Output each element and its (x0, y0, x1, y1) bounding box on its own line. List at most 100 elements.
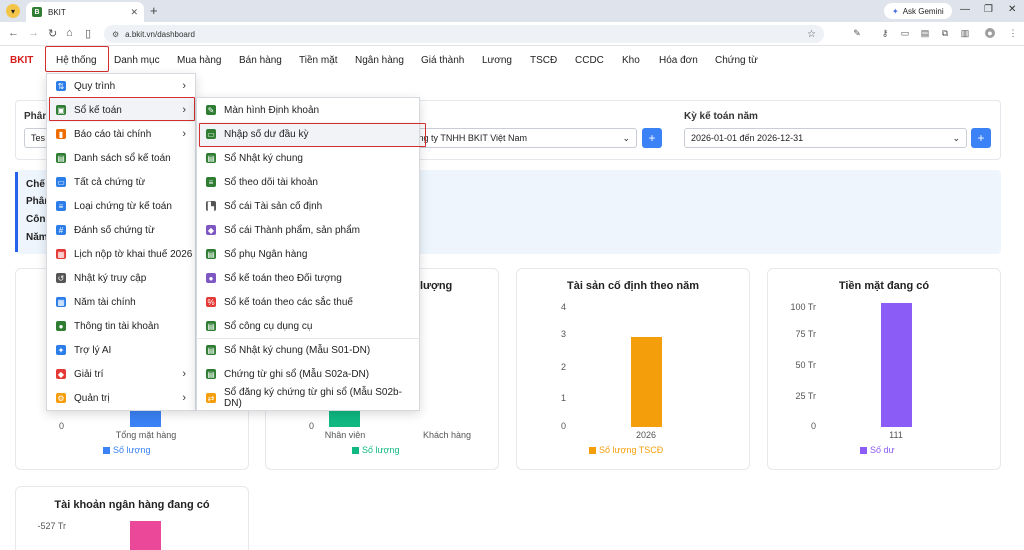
period-label: Kỳ kế toán năm (684, 111, 758, 122)
home-icon[interactable]: ⌂ (66, 27, 73, 39)
split-view-icon[interactable]: ▯ (85, 27, 91, 40)
nav-luong[interactable]: Lương (482, 55, 512, 66)
forward-icon[interactable]: → (28, 27, 39, 39)
company-select[interactable]: Công ty TNHH BKIT Việt Nam ⌄ (400, 128, 637, 148)
nav-hoa-don[interactable]: Hóa đơn (659, 55, 698, 66)
menu1-item-label: Năm tài chính (74, 296, 136, 308)
bookmark-star-icon[interactable]: ☆ (807, 29, 816, 40)
menu1-item-6[interactable]: # Đánh số chứng từ (47, 218, 195, 242)
menu1-item-11[interactable]: ✦ Trợ lý AI (47, 338, 195, 362)
chevron-down-icon: ⌄ (622, 132, 630, 143)
account-icon: ● (56, 321, 66, 331)
menu1-item-0[interactable]: ⇅ Quy trình › (47, 74, 195, 98)
menu1-item-10[interactable]: ● Thông tin tài khoản (47, 314, 195, 338)
card2-title-fragment: lượng (420, 280, 453, 292)
menu2-item-4[interactable]: ▙ Sổ cái Tài sản cố định (197, 194, 419, 218)
nav-kho[interactable]: Kho (622, 55, 640, 66)
menu2-item-8[interactable]: % Sổ kế toán theo các sắc thuế (197, 290, 419, 314)
nav-chung-tu[interactable]: Chứng từ (715, 55, 758, 66)
menu2-item-label: Sổ công cụ dụng cụ (224, 320, 313, 332)
menu1-item-4[interactable]: ▭ Tất cả chứng từ (47, 170, 195, 194)
menu2-item-label: Sổ phụ Ngân hàng (224, 248, 308, 260)
menu2-item-10[interactable]: ▤ Sổ Nhật ký chung (Mẫu S01-DN) (197, 338, 419, 362)
menu2-item-9[interactable]: ▤ Sổ công cụ dụng cụ (197, 314, 419, 338)
workflow-icon: ⇅ (56, 81, 66, 91)
card4-title: Tiền mặt đang có (838, 280, 930, 292)
window-close-icon[interactable]: ✕ (1008, 4, 1016, 15)
side-panel-icon[interactable]: ▥ (960, 28, 970, 38)
ask-gemini-button[interactable]: ✦ Ask Gemini (884, 3, 952, 19)
menu2-item-6[interactable]: ▤ Sổ phụ Ngân hàng (197, 242, 419, 266)
card3-tick-0: 0 (560, 421, 566, 431)
menu1-item-3[interactable]: ▤ Danh sách sổ kế toán (47, 146, 195, 170)
puzzle-icon[interactable]: ⧉ (940, 28, 950, 38)
menu2-item-11[interactable]: ▤ Chứng từ ghi sổ (Mẫu S02a-DN) (197, 362, 419, 386)
card3-legend-label: Số lượng TSCĐ (599, 445, 664, 455)
extension-icon[interactable]: ✎ (852, 28, 862, 38)
gamepad-icon: ◆ (56, 369, 66, 379)
menu1-item-12[interactable]: ◆ Giải trí › (47, 362, 195, 386)
active-item-highlight-box (49, 97, 195, 121)
menu2-item-5[interactable]: ◆ Sổ cái Thành phẩm, sản phẩm (197, 218, 419, 242)
menu2-item-label: Sổ cái Tài sản cố định (224, 200, 323, 212)
menu1-item-label: Tất cả chứng từ (74, 176, 146, 188)
list-icon: ≡ (56, 201, 66, 211)
menu1-item-9[interactable]: ▦ Năm tài chính (47, 290, 195, 314)
book-icon: ▤ (56, 153, 66, 163)
period-select[interactable]: 2026-01-01 đến 2026-12-31 ⌄ (684, 128, 967, 148)
menu1-item-13[interactable]: ⚙ Quản trị › (47, 386, 195, 410)
card5-bar (130, 521, 161, 550)
people-icon: ● (206, 273, 216, 283)
nav-danh-muc[interactable]: Danh mục (114, 55, 160, 66)
admin-icon: ⚙ (56, 393, 66, 403)
browser-tab[interactable]: B BKIT ✕ (26, 2, 144, 22)
calendar-icon: ▦ (56, 249, 66, 259)
nav-mua-hang[interactable]: Mua hàng (177, 55, 221, 66)
menu1-item-label: Báo cáo tài chính (74, 128, 152, 140)
menu1-item-8[interactable]: ↺ Nhật ký truy cập (47, 266, 195, 290)
chevron-right-icon: › (182, 368, 186, 380)
menu2-item-2[interactable]: ▤ Sổ Nhật ký chung (197, 146, 419, 170)
reload-icon[interactable]: ↻ (48, 27, 57, 40)
nav-ban-hang[interactable]: Bán hàng (239, 55, 282, 66)
nav-he-thong[interactable]: Hệ thống (56, 55, 97, 66)
menu1-item-5[interactable]: ≡ Loại chứng từ kế toán (47, 194, 195, 218)
app-logo[interactable]: BKIT (10, 55, 33, 66)
voucher-icon: ▤ (206, 369, 216, 379)
menu2-item-12[interactable]: ⇄ Sổ đăng ký chứng từ ghi sổ (Mẫu S02b-DN… (197, 386, 419, 410)
menu2-item-0[interactable]: ✎ Màn hình Định khoản (197, 98, 419, 122)
menu1-item-7[interactable]: ▦ Lịch nộp tờ khai thuế 2026 (47, 242, 195, 266)
site-info-icon[interactable]: ⚙ (112, 30, 119, 39)
nav-gia-thanh[interactable]: Giá thành (421, 55, 464, 66)
add-period-button[interactable]: + (971, 128, 991, 148)
key-icon[interactable]: ⚷ (880, 28, 890, 38)
restore-icon[interactable]: ❐ (984, 4, 993, 15)
menu2-item-7[interactable]: ● Sổ kế toán theo Đối tượng (197, 266, 419, 290)
book-icon: ▤ (206, 345, 216, 355)
card3-xlabel: 2026 (635, 430, 657, 440)
nav-tien-mat[interactable]: Tiền mặt (299, 55, 338, 66)
address-bar[interactable]: ⚙ a.bkit.vn/dashboard ☆ (104, 25, 824, 43)
reader-icon[interactable]: ▤ (920, 28, 930, 38)
new-tab-icon[interactable]: + (150, 3, 158, 18)
list-icon: ≡ (206, 177, 216, 187)
nav-ngan-hang[interactable]: Ngân hàng (355, 55, 404, 66)
nav-tscd[interactable]: TSCĐ (530, 55, 557, 66)
card3-bar-2026 (631, 337, 662, 427)
card1-legend-label: Số lượng (113, 445, 151, 455)
card-icon[interactable]: ▭ (900, 28, 910, 38)
add-company-button[interactable]: + (642, 128, 662, 148)
bank-icon: ▤ (206, 249, 216, 259)
menu1-item-label: Loại chứng từ kế toán (74, 200, 172, 212)
close-icon[interactable]: ✕ (130, 7, 138, 18)
menu2-item-3[interactable]: ≡ Sổ theo dõi tài khoản (197, 170, 419, 194)
menu1-item-2[interactable]: ▮ Báo cáo tài chính › (47, 122, 195, 146)
card1-legend: Số lượng (103, 445, 150, 455)
menu1-item-label: Quy trình (74, 80, 116, 92)
profile-avatar-icon[interactable]: ● (985, 28, 995, 38)
nav-ccdc[interactable]: CCDC (575, 55, 604, 66)
more-menu-icon[interactable]: ⋮ (1008, 28, 1018, 38)
back-icon[interactable]: ← (8, 27, 19, 39)
tab-search-icon[interactable]: ▾ (6, 4, 20, 18)
minimize-icon[interactable]: — (960, 4, 970, 15)
